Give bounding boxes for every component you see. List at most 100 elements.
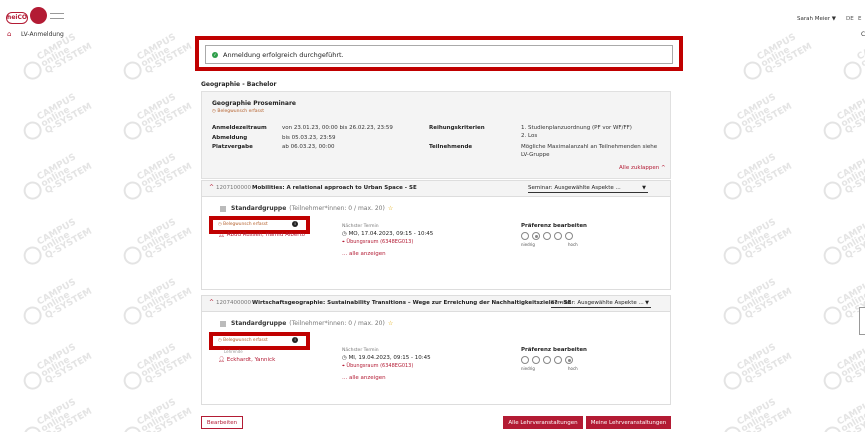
university-wordmark	[50, 13, 64, 19]
course-card: ^ 1207400000 Wirtschaftsgeographie: Sust…	[201, 295, 671, 405]
collapse-all-link[interactable]: Alle zuklappen ^	[619, 165, 666, 171]
course-name: Wirtschaftsgeographie: Sustainability Tr…	[252, 300, 572, 306]
chevron-down-icon: ▼	[645, 300, 649, 306]
group-row: Standardgruppe (Teilnehmer*innen: 0 / max…	[220, 320, 393, 327]
chevron-up-icon[interactable]: ^	[209, 299, 214, 306]
watermark: CAMPUSonlineQ-SYSTEM	[719, 89, 794, 146]
preference-radio[interactable]	[521, 232, 529, 240]
heico-logo[interactable]: heiCO	[6, 12, 28, 24]
group-status: ◷ Belegwunsch erfasst	[218, 338, 268, 343]
course-number: 1207100000	[216, 185, 251, 191]
watermark: CAMPUSonlineQ-SYSTEM	[19, 89, 94, 146]
field-value: ab 06.03.23, 00:00	[282, 144, 335, 150]
all-courses-button[interactable]: Alle Lehrveranstaltungen	[503, 416, 583, 429]
edit-button[interactable]: Bearbeiten	[201, 416, 243, 429]
course-type-select[interactable]: Seminar: Ausgewählte Aspekte ... ▼	[528, 183, 648, 193]
side-panel-handle[interactable]	[859, 307, 865, 335]
chevron-down-icon: ▼	[642, 185, 646, 191]
nav-right-fragment[interactable]: C	[861, 31, 865, 38]
watermark: CAMPUSonlineQ-SYSTEM	[19, 339, 94, 396]
success-highlight: ✓ Anmeldung erfolgreich durchgeführt.	[195, 36, 683, 71]
university-seal-icon	[30, 7, 47, 24]
lecturer-link[interactable]: 👤︎ Abud Russell, Hamid Alberto	[218, 232, 305, 238]
watermark: CAMPUSonlineQ-SYSTEM	[819, 339, 865, 396]
preference-radio[interactable]	[565, 232, 573, 240]
show-all-dates-link[interactable]: ... alle anzeigen	[342, 375, 386, 381]
next-date: ◷ MI, 19.04.2023, 09:15 - 10:45	[342, 355, 431, 361]
watermark: CAMPUSonlineQ-SYSTEM	[719, 274, 794, 331]
page-subtitle: Geographie - Bachelor	[201, 81, 277, 88]
info-icon[interactable]: i	[292, 337, 298, 343]
preference-radio[interactable]	[543, 232, 551, 240]
course-type-select[interactable]: Seminar: Ausgewählte Aspekte ... ▼	[551, 298, 651, 308]
group-checkbox[interactable]	[220, 205, 226, 212]
user-menu[interactable]: Sarah Meier ▼	[797, 16, 836, 22]
field-label: Anmeldezeitraum	[212, 125, 267, 131]
preference-low-label: niedrig	[521, 366, 535, 371]
preference-radio[interactable]	[532, 356, 540, 364]
watermark: CAMPUSonlineQ-SYSTEM	[119, 339, 194, 396]
chevron-down-icon: ▼	[831, 16, 837, 22]
watermark: CAMPUSonlineQ-SYSTEM	[819, 394, 865, 432]
field-value: bis 05.03.23, 23:59	[282, 135, 336, 141]
top-bar: heiCO Sarah Meier ▼ DE E	[0, 0, 865, 30]
preference-radios	[521, 232, 573, 240]
course-header[interactable]: ^ 1207400000 Wirtschaftsgeographie: Sust…	[202, 296, 670, 312]
watermark: CAMPUSonlineQ-SYSTEM	[19, 274, 94, 331]
info-icon[interactable]: i	[292, 221, 298, 227]
preference-radio[interactable]	[554, 232, 562, 240]
watermark: CAMPUSonlineQ-SYSTEM	[119, 394, 194, 432]
preference-title: Präferenz bearbeiten	[521, 223, 587, 229]
preference-radio[interactable]	[554, 356, 562, 364]
field-value: Mögliche Maximalanzahl an Teilnehmenden …	[521, 144, 658, 158]
lecturer-link[interactable]: 👤︎ Eckhardt, Yannick	[218, 357, 275, 363]
next-date: ◷ MO, 17.04.2023, 09:15 - 10:45	[342, 231, 434, 237]
star-icon[interactable]: ☆	[388, 205, 393, 212]
field-label: Reihungskriterien	[429, 125, 485, 131]
watermark: CAMPUSonlineQ-SYSTEM	[739, 29, 814, 86]
watermark: CAMPUSonlineQ-SYSTEM	[19, 149, 94, 206]
watermark: CAMPUSonlineQ-SYSTEM	[19, 214, 94, 271]
field-label: Abmeldung	[212, 135, 248, 141]
preference-radio[interactable]	[543, 356, 551, 364]
room-link[interactable]: ⌖ Übungsraum (6348EG013)	[342, 239, 413, 245]
check-circle-icon: ✓	[212, 51, 218, 58]
procedure-status: ◷ Belegwunsch erfasst	[212, 109, 264, 114]
course-card: ^ 1207100000 Mobilities: A relational ap…	[201, 180, 671, 290]
procedure-title: Geographie Proseminare	[212, 100, 296, 107]
show-all-dates-link[interactable]: ... alle anzeigen	[342, 251, 386, 257]
user-name: Sarah Meier	[797, 16, 831, 22]
status-highlight: ◷ Belegwunsch erfasst i	[209, 332, 310, 350]
room-link[interactable]: ⌖ Übungsraum (6348EG013)	[342, 363, 413, 369]
home-icon[interactable]: ⌂	[7, 30, 11, 38]
success-alert: ✓ Anmeldung erfolgreich durchgeführt.	[205, 45, 673, 64]
my-courses-button[interactable]: Meine Lehrveranstaltungen	[586, 416, 671, 429]
course-header[interactable]: ^ 1207100000 Mobilities: A relational ap…	[202, 181, 670, 197]
success-message: Anmeldung erfolgreich durchgeführt.	[223, 50, 344, 59]
star-icon[interactable]: ☆	[388, 320, 393, 327]
watermark: CAMPUSonlineQ-SYSTEM	[119, 89, 194, 146]
group-checkbox[interactable]	[220, 320, 226, 327]
preference-radio[interactable]	[532, 232, 540, 240]
group-row: Standardgruppe (Teilnehmer*innen: 0 / max…	[220, 205, 393, 212]
language-current[interactable]: DE	[846, 16, 854, 22]
chevron-up-icon[interactable]: ^	[209, 184, 214, 191]
watermark: CAMPUSonlineQ-SYSTEM	[819, 214, 865, 271]
watermark: CAMPUSonlineQ-SYSTEM	[119, 149, 194, 206]
nav-lv-anmeldung[interactable]: LV-Anmeldung	[21, 31, 64, 38]
watermark: CAMPUSonlineQ-SYSTEM	[719, 339, 794, 396]
field-label: Platzvergabe	[212, 144, 253, 150]
language-other[interactable]: E	[858, 16, 861, 22]
watermark: CAMPUSonlineQ-SYSTEM	[119, 214, 194, 271]
watermark: CAMPUSonlineQ-SYSTEM	[119, 29, 194, 86]
field-label: Teilnehmende	[429, 144, 473, 150]
procedure-info-card: Geographie Proseminare ◷ Belegwunsch erf…	[201, 91, 671, 179]
watermark: CAMPUSonlineQ-SYSTEM	[719, 149, 794, 206]
preference-radio[interactable]	[521, 356, 529, 364]
lecturer-label: Lehrende	[224, 349, 243, 354]
field-value: 1. Studienplanzuordnung (PF vor WF/FF) 2.…	[521, 125, 632, 139]
preference-radio[interactable]	[565, 356, 573, 364]
watermark: CAMPUSonlineQ-SYSTEM	[819, 149, 865, 206]
preference-high-label: hoch	[568, 366, 578, 371]
watermark: CAMPUSonlineQ-SYSTEM	[19, 394, 94, 432]
